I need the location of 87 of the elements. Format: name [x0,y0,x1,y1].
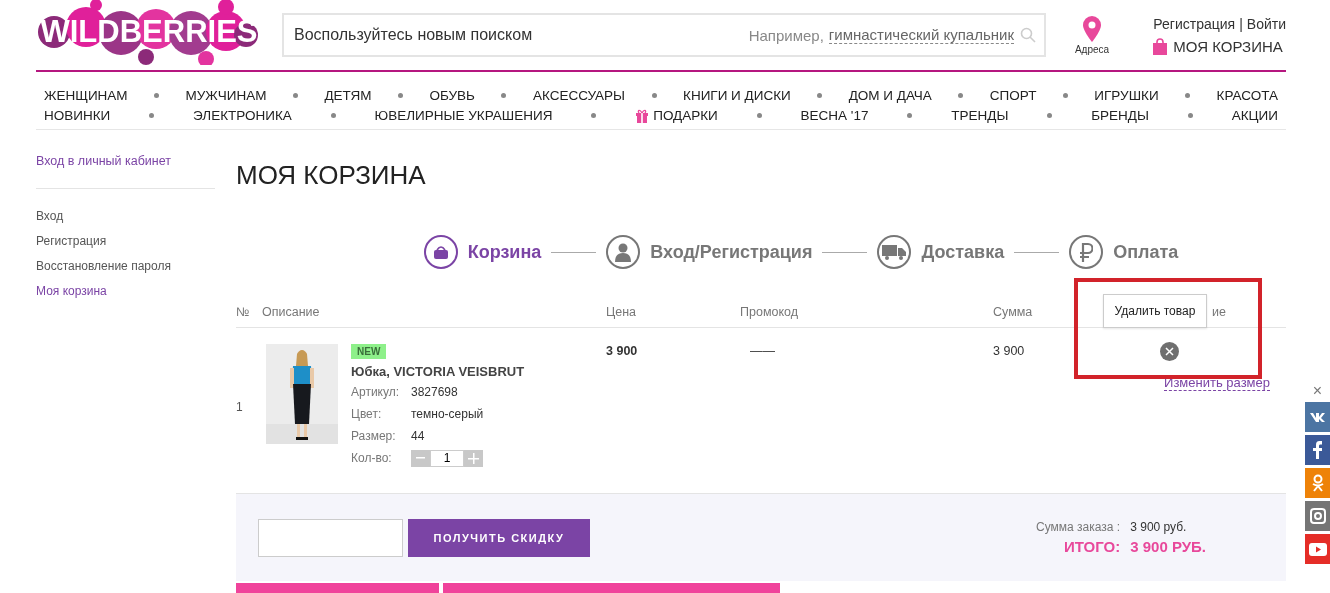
detail-value: 44 [411,429,425,443]
nav-link[interactable]: ТРЕНДЫ [951,108,1009,123]
detail-label: Кол-во: [351,451,393,465]
step-label: Корзина [467,241,542,263]
vk-icon [1309,412,1326,422]
map-pin-icon[interactable] [1083,15,1101,42]
bag-icon [1153,37,1168,55]
close-button[interactable]: × [1312,383,1323,399]
nav-link[interactable]: СПОРТ [989,88,1037,103]
ruble-icon [1079,242,1094,262]
nav-link[interactable]: НОВИНКИ [44,108,111,123]
nav-link[interactable]: КРАСОТА [1216,88,1278,103]
search-hint: Например, [748,26,824,44]
nav-link[interactable]: ЮВЕЛИРНЫЕ УКРАШЕНИЯ [374,108,553,123]
column-header: Сумма [993,304,1034,321]
order-sum-label: Сумма заказа : [1036,520,1121,534]
change-size-link[interactable]: Изменить размер [1164,375,1270,391]
social-link[interactable] [1305,534,1330,564]
nav-link[interactable]: БРЕНДЫ [1091,108,1149,123]
minus-icon [416,457,425,459]
login-link[interactable]: Войти [1246,15,1286,32]
cart-link[interactable]: МОЯ КОРЗИНА [1153,37,1283,55]
sidebar-item[interactable]: Восстановление пароля [36,259,215,273]
tooltip: Удалить товар [1103,294,1207,328]
gift-icon [635,108,650,123]
nav-link[interactable]: АКСЕССУАРЫ [532,88,626,103]
promo-cell-text: —— [749,344,775,358]
address-label[interactable]: Адреса [1074,43,1110,55]
account-link[interactable]: Вход в личный кабинет [36,154,215,189]
order-sum-value: 3 900 руб. [1130,520,1188,534]
column-header: Цена [606,304,638,321]
sidebar-item[interactable]: Вход [36,209,215,223]
row-number: 1 [236,399,244,414]
sidebar-item[interactable]: Моя корзина [36,284,215,298]
facebook-icon [1313,441,1322,459]
nav-link[interactable]: ДОМ И ДАЧА [848,88,932,103]
plus-icon [468,452,479,464]
link-separator: | [1239,15,1243,32]
nav-link[interactable]: КНИГИ И ДИСКИ [683,88,791,103]
odnoklassniki-icon [1311,474,1324,492]
search-icon [1020,27,1036,43]
step-label: Вход/Регистрация [650,241,813,263]
nav-link[interactable]: ЭЛЕКТРОНИКА [193,108,292,123]
promo-code-field[interactable] [258,518,403,557]
discount-button[interactable]: ПОЛУЧИТЬ СКИДКУ [408,518,590,557]
nav-link[interactable]: ВЕСНА '17 [800,108,869,123]
total-value: 3 900 РУБ. [1130,538,1206,555]
column-header: Описание [262,304,321,321]
social-link[interactable] [1305,402,1330,432]
logo-text[interactable]: WILDBERRIES [40,14,258,50]
truck-icon [882,244,907,260]
register-link[interactable]: Регистрация [1153,15,1236,32]
detail-label: Цвет: [351,407,383,421]
bag-icon [431,244,450,260]
search-field[interactable]: Воспользуйтесь новым поиском Например, гимнастический купальник [282,13,1046,57]
step-label: Доставка [921,241,1005,263]
social-link[interactable] [1305,501,1330,531]
play-icon [1308,542,1327,556]
camera-icon [1309,508,1326,524]
page-title: МОЯ КОРЗИНА [236,160,427,191]
price-cell: 3 900 [606,344,638,358]
detail-value: 3827698 [411,385,458,399]
sum-cell: 3 900 [993,344,1025,358]
close-icon [1165,347,1174,356]
step-label: Оплата [1113,241,1179,263]
quantity-field[interactable]: 1 [430,449,464,467]
detail-label: Размер: [351,429,397,443]
nav-link[interactable]: ПОДАРКИ [635,108,718,123]
new-badge: NEW [351,344,387,359]
nav-link[interactable]: АКЦИИ [1231,108,1278,123]
sidebar-item[interactable]: Регистрация [36,234,215,248]
detail-value: темно-серый [411,407,484,421]
search-example-link[interactable]: гимнастический купальник [828,26,1014,44]
product-title[interactable]: Юбка, VICTORIA VEISBRUT [351,364,525,379]
column-header: ие [1212,304,1226,321]
total-label: ИТОГО: [1063,538,1121,555]
nav-link[interactable]: МУЖЧИНАМ [185,88,267,103]
social-link[interactable] [1305,435,1330,465]
detail-label: Артикул: [351,385,401,399]
nav-link[interactable]: ДЕТЯМ [324,88,372,103]
column-header: Промокод [740,304,799,321]
column-header: № [236,304,251,321]
remove-button[interactable] [1160,342,1179,361]
nav-link[interactable]: ЖЕНЩИНАМ [44,88,128,103]
nav-link[interactable]: ОБУВЬ [429,88,475,103]
nav-link[interactable]: ИГРУШКИ [1094,88,1159,103]
user-icon [614,242,633,262]
